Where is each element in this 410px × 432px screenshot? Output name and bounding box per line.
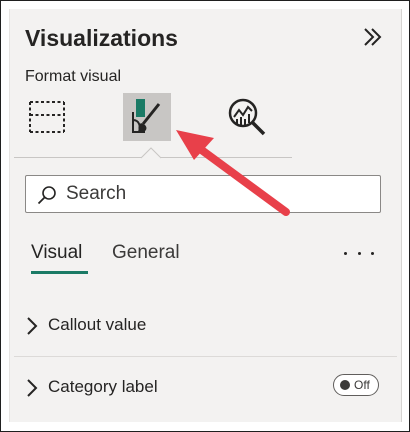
- ellipsis-dot: [371, 251, 374, 255]
- format-visual-heading: Format visual: [25, 68, 122, 85]
- section-callout-value[interactable]: Callout value: [14, 296, 397, 356]
- selected-tab-indicator: [31, 271, 88, 274]
- build-visual-button[interactable]: [23, 93, 71, 141]
- visualizations-pane: Visualizations Format visual Search Visu…: [9, 9, 402, 422]
- build-visual-icon: [29, 101, 65, 133]
- analytics-button[interactable]: [223, 93, 271, 141]
- pane-title: Visualizations: [25, 25, 178, 51]
- section-label: Category label: [48, 377, 158, 396]
- double-chevron-right-icon: [364, 28, 382, 46]
- search-box[interactable]: [25, 175, 381, 213]
- ellipsis-dot: [344, 251, 347, 255]
- search-input[interactable]: [66, 180, 366, 208]
- format-paintbrush-icon: [132, 99, 161, 133]
- toggle-knob: [340, 380, 350, 390]
- tab-visual[interactable]: Visual: [31, 242, 82, 264]
- tab-general[interactable]: General: [112, 242, 180, 264]
- selection-notch: [141, 147, 161, 159]
- chevron-right-icon: [27, 379, 38, 397]
- ellipsis-dot: [357, 251, 361, 255]
- toggle-state-label: Off: [354, 378, 370, 392]
- search-icon: [37, 186, 56, 205]
- format-visual-button[interactable]: [123, 93, 171, 141]
- section-label: Callout value: [48, 315, 147, 334]
- category-label-toggle[interactable]: Off: [333, 374, 379, 396]
- collapse-pane-button[interactable]: [361, 25, 385, 49]
- more-options-button[interactable]: [344, 243, 374, 263]
- analytics-magnifier-icon: [228, 98, 266, 136]
- section-category-label[interactable]: Category label Off: [14, 357, 397, 417]
- chevron-right-icon: [27, 317, 38, 335]
